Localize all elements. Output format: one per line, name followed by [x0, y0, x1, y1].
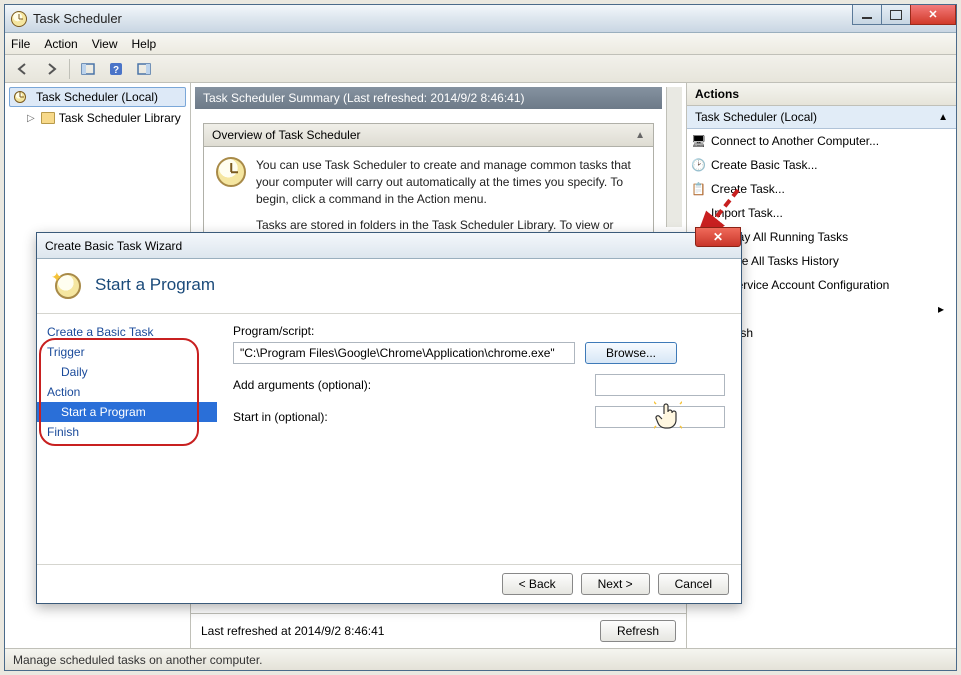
wizard-title-text: Create Basic Task Wizard — [45, 239, 182, 253]
nav-create-basic-task[interactable]: Create a Basic Task — [37, 322, 217, 342]
help-button[interactable]: ? — [104, 58, 128, 80]
tree-library[interactable]: ▷ Task Scheduler Library — [9, 109, 186, 127]
refresh-button[interactable]: Refresh — [600, 620, 676, 642]
tree-library-label: Task Scheduler Library — [59, 111, 181, 125]
nav-daily[interactable]: Daily — [37, 362, 217, 382]
show-hide-console-tree-button[interactable] — [76, 58, 100, 80]
summary-header: Task Scheduler Summary (Last refreshed: … — [195, 87, 662, 109]
clock-icon: 🕑 — [691, 158, 705, 172]
menu-action[interactable]: Action — [44, 37, 77, 51]
wizard-titlebar: Create Basic Task Wizard ✕ — [37, 233, 741, 259]
next-button[interactable]: Next > — [581, 573, 650, 595]
menu-file[interactable]: File — [11, 37, 30, 51]
collapse-icon[interactable]: ▲ — [938, 112, 948, 123]
nav-finish[interactable]: Finish — [37, 422, 217, 442]
wizard-footer: < Back Next > Cancel — [37, 564, 741, 603]
menu-view[interactable]: View — [92, 37, 118, 51]
maximize-button[interactable] — [881, 5, 911, 25]
wizard-dialog: Create Basic Task Wizard ✕ ✦ Start a Pro… — [36, 232, 742, 604]
center-footer: Last refreshed at 2014/9/2 8:46:41 Refre… — [191, 613, 686, 648]
action-create-task[interactable]: 📋 Create Task... — [687, 177, 956, 201]
status-text: Manage scheduled tasks on another comput… — [13, 653, 263, 667]
action-connect[interactable]: 🖥 Connect to Another Computer... — [687, 129, 956, 153]
nav-back-button[interactable] — [11, 58, 35, 80]
last-refreshed-label: Last refreshed at 2014/9/2 8:46:41 — [201, 624, 384, 638]
args-label: Add arguments (optional): — [233, 378, 393, 392]
program-script-input[interactable] — [233, 342, 575, 364]
app-clock-icon — [11, 11, 27, 27]
collapse-icon[interactable]: ▲ — [635, 130, 645, 141]
back-button[interactable]: < Back — [502, 573, 573, 595]
import-icon — [691, 206, 705, 220]
cancel-button[interactable]: Cancel — [658, 573, 729, 595]
wizard-clock-icon: ✦ — [51, 269, 83, 301]
program-label: Program/script: — [233, 324, 725, 338]
action-import-task[interactable]: Import Task... — [687, 201, 956, 225]
tree-expand-icon[interactable]: ▷ — [27, 113, 35, 124]
wizard-close-button[interactable]: ✕ — [695, 227, 741, 247]
chevron-right-icon: ▸ — [938, 302, 944, 316]
nav-action[interactable]: Action — [37, 382, 217, 402]
overview-p1: You can use Task Scheduler to create and… — [256, 157, 641, 207]
app-title: Task Scheduler — [33, 11, 122, 26]
menu-help[interactable]: Help — [132, 37, 157, 51]
wizard-form: Program/script: Browse... Add arguments … — [217, 314, 741, 564]
scrollbar[interactable] — [666, 87, 682, 227]
clock-icon — [14, 91, 26, 103]
startin-label: Start in (optional): — [233, 410, 393, 424]
wizard-nav: Create a Basic Task Trigger Daily Action… — [37, 314, 217, 564]
show-hide-action-pane-button[interactable] — [132, 58, 156, 80]
nav-start-program[interactable]: Start a Program — [37, 402, 217, 422]
action-create-basic-task[interactable]: 🕑 Create Basic Task... — [687, 153, 956, 177]
startin-input[interactable] — [595, 406, 725, 428]
toolbar-divider — [69, 59, 70, 79]
tree-root[interactable]: Task Scheduler (Local) — [9, 87, 186, 107]
browse-button[interactable]: Browse... — [585, 342, 677, 364]
minimize-button[interactable] — [852, 5, 882, 25]
statusbar: Manage scheduled tasks on another comput… — [5, 648, 956, 670]
titlebar: Task Scheduler — [5, 5, 956, 33]
nav-forward-button[interactable] — [39, 58, 63, 80]
toolbar: ? — [5, 55, 956, 83]
actions-subheader[interactable]: Task Scheduler (Local) ▲ — [687, 106, 956, 129]
folder-icon — [41, 112, 55, 124]
overview-panel: Overview of Task Scheduler ▲ You can use… — [203, 123, 654, 239]
overview-title: Overview of Task Scheduler — [212, 128, 361, 142]
task-icon: 📋 — [691, 182, 705, 196]
clock-icon — [216, 157, 246, 187]
actions-header: Actions — [687, 83, 956, 106]
wizard-header: ✦ Start a Program — [37, 259, 741, 314]
computer-icon: 🖥 — [691, 134, 705, 148]
close-button[interactable] — [910, 5, 956, 25]
nav-trigger[interactable]: Trigger — [37, 342, 217, 362]
overview-header[interactable]: Overview of Task Scheduler ▲ — [204, 124, 653, 147]
actions-sub-label: Task Scheduler (Local) — [695, 110, 817, 124]
tree-root-label: Task Scheduler (Local) — [36, 90, 158, 104]
wizard-heading: Start a Program — [95, 275, 215, 295]
svg-text:?: ? — [113, 65, 119, 76]
menubar: File Action View Help — [5, 33, 956, 55]
arguments-input[interactable] — [595, 374, 725, 396]
